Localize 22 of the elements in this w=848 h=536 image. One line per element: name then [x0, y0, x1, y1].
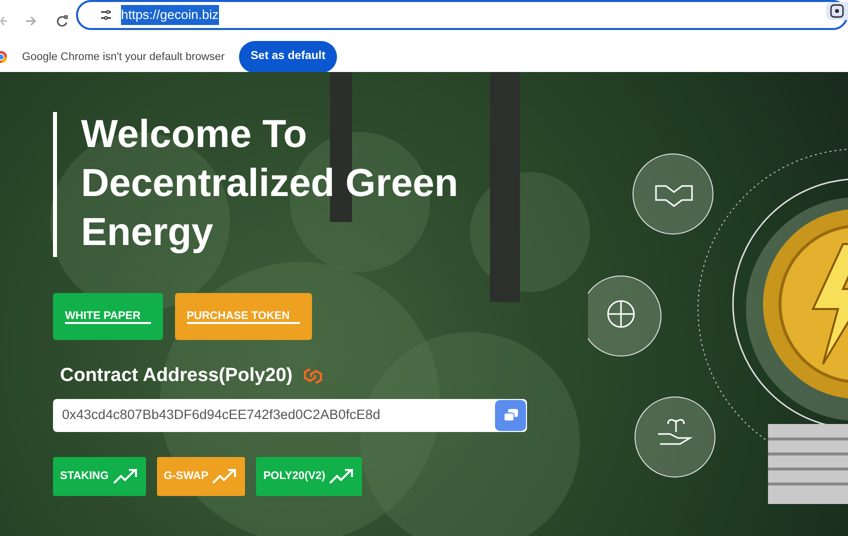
copy-button[interactable]	[495, 400, 526, 430]
address-input[interactable]: 0x43cd4c807Bb43DF6d94cEE742f3ed0C2AB0fcE8d	[53, 404, 495, 426]
lens-icon[interactable]	[826, 2, 848, 20]
trend-link-button[interactable]: G-SWAP	[156, 456, 246, 496]
address-field[interactable]: 0x43cd4c807Bb43DF6d94cEE742f3ed0C2AB0fcE8d	[53, 398, 527, 432]
copy-icon	[502, 408, 518, 422]
url-text: https://gecoin.biz	[121, 5, 219, 25]
trend-up-icon	[212, 468, 238, 484]
address-bar[interactable]: https://gecoin.biz	[76, 0, 848, 30]
contract-label: Contract Address(Poly20)	[60, 364, 293, 388]
trend-up-icon	[329, 468, 356, 484]
trend-up-icon	[112, 468, 139, 484]
site-settings-icon[interactable]	[100, 9, 112, 21]
hero-button[interactable]: WHITE PAPER	[53, 293, 163, 340]
hero-button[interactable]: PURCHASE TOKEN	[174, 293, 312, 340]
hero-title: Welcome To Decentralized Green Energy	[81, 112, 460, 256]
chrome-logo-icon	[0, 50, 8, 64]
reload-icon[interactable]	[56, 15, 68, 27]
set-default-button[interactable]: Set as default	[238, 41, 338, 73]
infobar-message: Google Chrome isn't your default browser	[22, 50, 225, 65]
trend-link-button[interactable]: POLY20(V2)	[256, 456, 362, 496]
trend-link-button[interactable]: STAKING	[53, 456, 146, 496]
